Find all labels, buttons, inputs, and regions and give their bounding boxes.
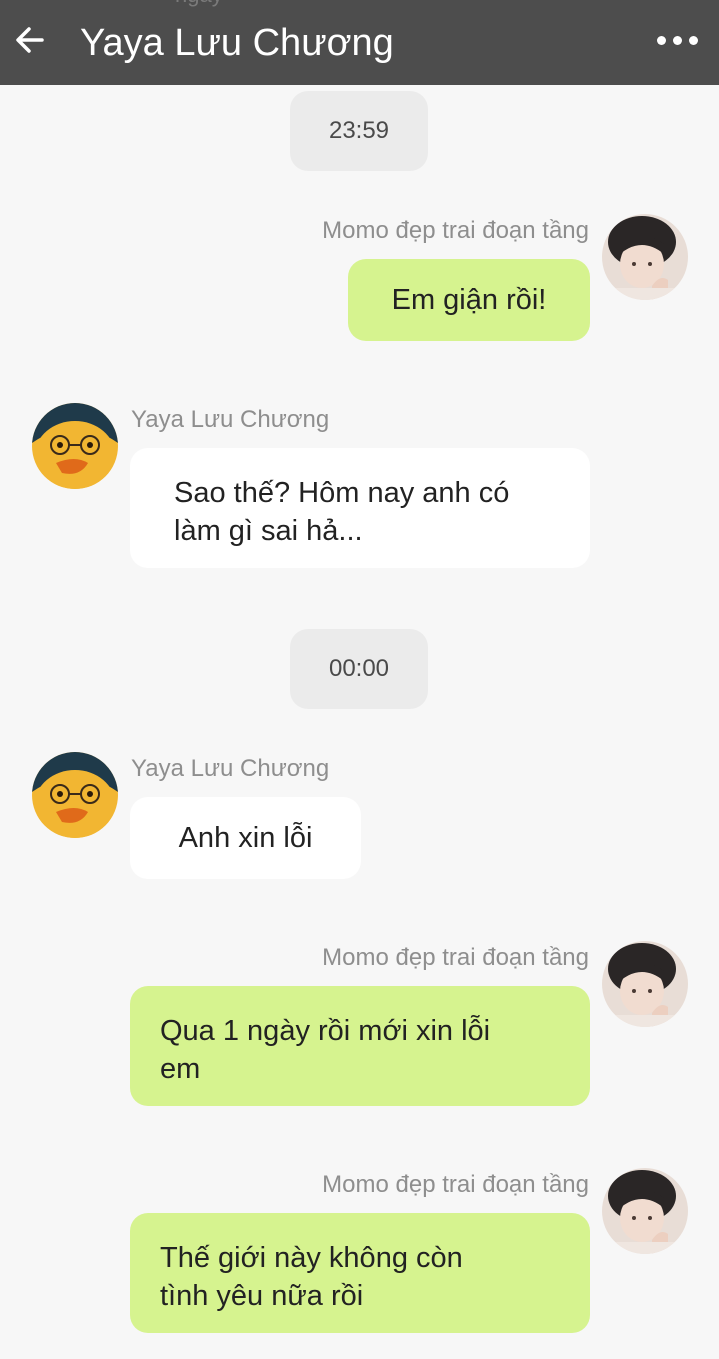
avatar[interactable] bbox=[32, 752, 118, 838]
sent-message-bubble[interactable]: Em giận rồi! bbox=[348, 259, 590, 341]
chat-screen: ngày Yaya Lưu Chương 23:59 Momo đẹp trai… bbox=[0, 0, 719, 1359]
sent-message-bubble[interactable]: Qua 1 ngày rồi mới xin lỗi em bbox=[130, 986, 590, 1106]
message-text-line: em bbox=[160, 1053, 201, 1085]
message-text-line: Qua 1 ngày rồi mới xin lỗi bbox=[160, 1015, 491, 1047]
sent-message-bubble[interactable]: Thế giới này không còn tình yêu nữa rồi bbox=[130, 1213, 590, 1333]
chat-title: Yaya Lưu Chương bbox=[80, 22, 394, 64]
sender-name: Momo đẹp trai đoạn tầng bbox=[322, 1171, 589, 1198]
avatar[interactable] bbox=[602, 941, 688, 1027]
received-message-bubble[interactable]: Anh xin lỗi bbox=[130, 797, 361, 879]
arrow-left-icon bbox=[16, 27, 44, 53]
received-message-bubble[interactable]: Sao thế? Hôm nay anh có làm gì sai hả... bbox=[130, 448, 590, 568]
back-button[interactable] bbox=[8, 18, 52, 62]
duck-avatar-image bbox=[32, 403, 118, 489]
momo-avatar-image bbox=[602, 214, 688, 300]
duck-avatar-image bbox=[32, 752, 118, 838]
scrolled-text-fragment: ngày bbox=[175, 0, 223, 8]
timestamp-pill: 00:00 bbox=[290, 629, 428, 709]
momo-avatar-image bbox=[602, 1168, 688, 1254]
message-text: Anh xin lỗi bbox=[178, 822, 313, 854]
message-text: Em giận rồi! bbox=[391, 284, 547, 316]
momo-avatar-image bbox=[602, 941, 688, 1027]
message-text-line: Sao thế? Hôm nay anh có bbox=[174, 477, 510, 509]
message-text-line: làm gì sai hả... bbox=[174, 515, 363, 547]
more-dot bbox=[688, 35, 698, 45]
top-app-bar: ngày Yaya Lưu Chương bbox=[0, 0, 719, 85]
sender-name: Momo đẹp trai đoạn tầng bbox=[322, 944, 589, 971]
message-text-line: tình yêu nữa rồi bbox=[160, 1280, 364, 1312]
more-options-button[interactable] bbox=[647, 20, 707, 60]
avatar[interactable] bbox=[602, 214, 688, 300]
timestamp-pill: 23:59 bbox=[290, 91, 428, 171]
more-horizontal-icon bbox=[656, 35, 666, 45]
avatar[interactable] bbox=[32, 403, 118, 489]
sender-name: Yaya Lưu Chương bbox=[131, 406, 330, 433]
more-dot bbox=[672, 35, 682, 45]
avatar[interactable] bbox=[602, 1168, 688, 1254]
message-text-line: Thế giới này không còn bbox=[160, 1242, 463, 1274]
sender-name: Momo đẹp trai đoạn tầng bbox=[322, 217, 589, 244]
sender-name: Yaya Lưu Chương bbox=[131, 755, 330, 782]
